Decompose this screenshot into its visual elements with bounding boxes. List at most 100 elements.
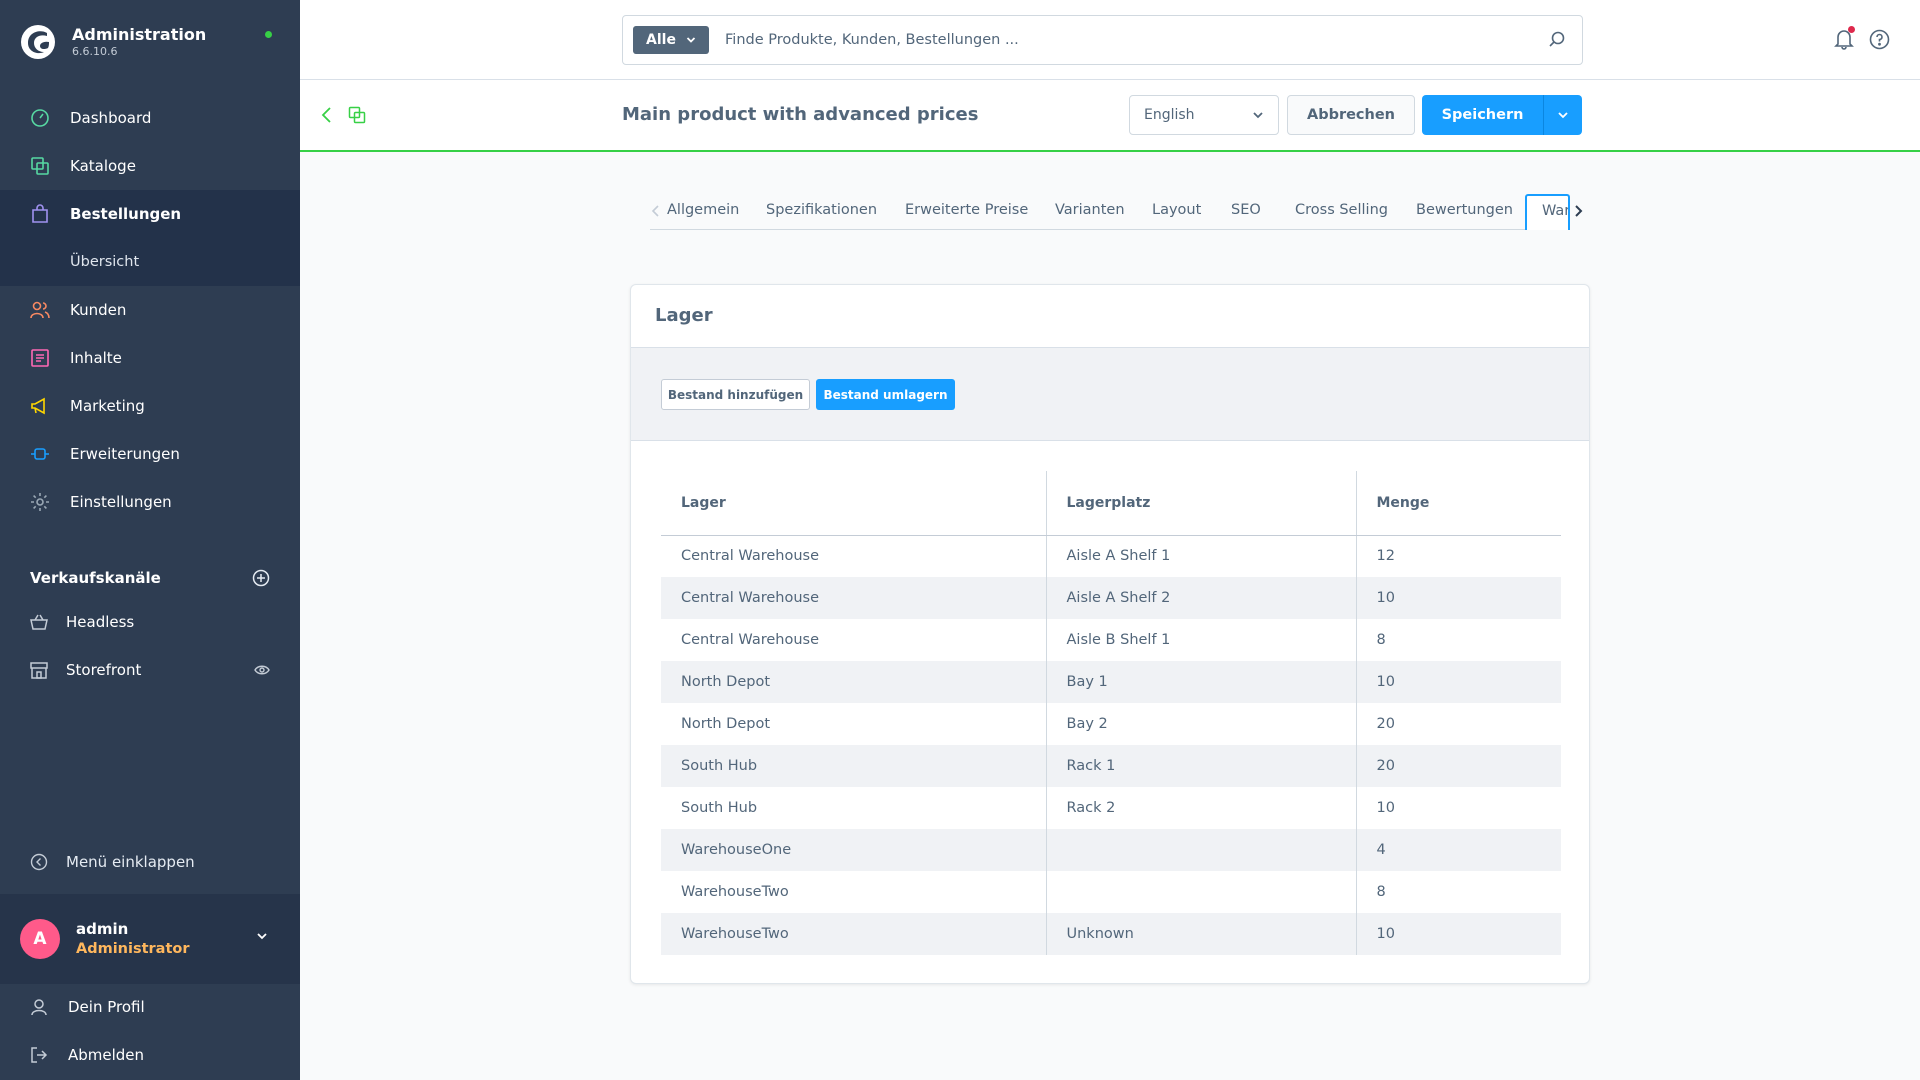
cell-location: Aisle A Shelf 2 xyxy=(1046,577,1357,619)
sidebar-item-marketing[interactable]: Marketing xyxy=(0,382,300,430)
tab-bewertungen[interactable]: Bewertungen xyxy=(1416,202,1513,218)
back-arrow-icon[interactable] xyxy=(320,106,334,124)
plug-icon xyxy=(28,442,52,466)
sales-channels-title: Verkaufskanäle xyxy=(30,569,161,587)
cell-location xyxy=(1046,871,1357,913)
cell-location xyxy=(1046,829,1357,871)
cell-warehouse: Central Warehouse xyxy=(661,619,1047,661)
add-stock-button[interactable]: Bestand hinzufügen xyxy=(661,379,810,410)
main-nav: Dashboard Kataloge Bestellungen Übersich… xyxy=(0,94,300,526)
cell-warehouse: North Depot xyxy=(661,703,1047,745)
sidebar-item-bestellungen[interactable]: Bestellungen xyxy=(0,190,300,238)
basket-icon xyxy=(28,611,50,633)
sidebar-item-kunden[interactable]: Kunden xyxy=(0,286,300,334)
table-row: South Hub Rack 1 20 xyxy=(661,745,1561,787)
cell-warehouse: Central Warehouse xyxy=(661,535,1047,577)
tab-erweiterte-preise[interactable]: Erweiterte Preise xyxy=(905,202,1028,218)
tabs-scroll-left-icon[interactable] xyxy=(650,204,662,218)
page-title: Main product with advanced prices xyxy=(622,104,979,125)
card-title: Lager xyxy=(655,305,713,326)
save-options-button[interactable] xyxy=(1543,95,1582,135)
table-row: WarehouseOne 4 xyxy=(661,829,1561,871)
collapse-arrow-icon xyxy=(28,851,50,873)
column-header-lager[interactable]: Lager xyxy=(661,471,1047,536)
storefront-icon xyxy=(28,659,50,681)
user-name: admin xyxy=(76,920,129,938)
cancel-button[interactable]: Abbrechen xyxy=(1287,95,1415,135)
table-row: Central Warehouse Aisle A Shelf 2 10 xyxy=(661,577,1561,619)
sidebar-item-label: Kataloge xyxy=(70,157,136,175)
cell-quantity: 8 xyxy=(1376,632,1386,648)
sidebar-item-label: Übersicht xyxy=(70,254,140,270)
smart-bar: Main product with advanced prices Englis… xyxy=(300,80,1920,152)
sidebar-item-label: Einstellungen xyxy=(70,493,172,511)
sidebar-item-inhalte[interactable]: Inhalte xyxy=(0,334,300,382)
sidebar-subitem-uebersicht[interactable]: Übersicht xyxy=(0,238,300,286)
chevron-down-icon xyxy=(1558,112,1568,119)
cell-warehouse: South Hub xyxy=(661,745,1047,787)
cell-warehouse: Central Warehouse xyxy=(661,577,1047,619)
tab-seo[interactable]: SEO xyxy=(1231,202,1261,218)
column-header-menge[interactable]: Menge xyxy=(1356,471,1561,536)
catalog-icon xyxy=(28,154,52,178)
sales-channel-label: Headless xyxy=(66,613,135,631)
sales-channel-headless[interactable]: Headless xyxy=(0,598,300,646)
tab-varianten[interactable]: Varianten xyxy=(1055,202,1125,218)
sidebar: Administration 6.6.10.6 Dashboard Katalo… xyxy=(0,0,300,1080)
notifications-button[interactable] xyxy=(1834,26,1855,54)
copy-icon[interactable] xyxy=(348,106,366,124)
sidebar-item-erweiterungen[interactable]: Erweiterungen xyxy=(0,430,300,478)
tabs-scroll-right-icon[interactable] xyxy=(1572,204,1584,218)
app-version: 6.6.10.6 xyxy=(72,45,118,58)
search-input[interactable] xyxy=(725,32,1525,48)
column-header-lagerplatz[interactable]: Lagerplatz xyxy=(1046,471,1357,536)
user-menu[interactable]: A admin Administrator xyxy=(0,894,300,984)
search-icon[interactable] xyxy=(1548,30,1566,48)
cell-warehouse: WarehouseTwo xyxy=(661,913,1047,955)
cell-location: Bay 2 xyxy=(1046,703,1357,745)
tab-cross-selling[interactable]: Cross Selling xyxy=(1295,202,1388,218)
brand[interactable]: Administration 6.6.10.6 xyxy=(20,22,206,62)
tab-warehouse[interactable]: Warehouse xyxy=(1525,194,1570,230)
shopware-logo-icon xyxy=(21,25,55,59)
top-bar: Alle xyxy=(300,0,1920,80)
search-type-label: Alle xyxy=(646,32,676,48)
cell-warehouse: North Depot xyxy=(661,661,1047,703)
help-icon xyxy=(1869,29,1890,50)
tab-allgemein[interactable]: Allgemein xyxy=(667,202,739,218)
tab-spezifikationen[interactable]: Spezifikationen xyxy=(766,202,877,218)
add-sales-channel-icon[interactable] xyxy=(252,569,270,587)
profile-link[interactable]: Dein Profil xyxy=(0,983,300,1031)
move-stock-button[interactable]: Bestand umlagern xyxy=(816,379,955,410)
sidebar-item-label: Kunden xyxy=(70,301,127,319)
stock-table: Lager Lagerplatz Menge Central Warehouse… xyxy=(661,471,1561,955)
logout-icon xyxy=(28,1044,50,1066)
sidebar-item-einstellungen[interactable]: Einstellungen xyxy=(0,478,300,526)
sales-channel-storefront[interactable]: Storefront xyxy=(0,646,300,694)
table-row: North Depot Bay 1 10 xyxy=(661,661,1561,703)
tab-layout[interactable]: Layout xyxy=(1152,202,1201,218)
search-type-select[interactable]: Alle xyxy=(633,26,709,54)
cell-location: Unknown xyxy=(1046,913,1357,955)
cell-quantity: 10 xyxy=(1376,800,1395,816)
help-button[interactable] xyxy=(1869,29,1890,54)
chevron-down-icon xyxy=(1253,112,1263,119)
cell-location: Rack 2 xyxy=(1046,787,1357,829)
sidebar-item-dashboard[interactable]: Dashboard xyxy=(0,94,300,142)
notification-badge xyxy=(1848,26,1855,33)
cell-warehouse: WarehouseTwo xyxy=(661,871,1047,913)
table-row: Central Warehouse Aisle B Shelf 1 8 xyxy=(661,619,1561,661)
megaphone-icon xyxy=(28,394,52,418)
cell-location: Aisle B Shelf 1 xyxy=(1046,619,1357,661)
logout-link[interactable]: Abmelden xyxy=(0,1031,300,1079)
warehouse-card: Lager Bestand hinzufügen Bestand umlager… xyxy=(630,284,1590,984)
language-select[interactable]: English xyxy=(1129,95,1279,135)
save-button[interactable]: Speichern xyxy=(1422,95,1543,135)
sidebar-item-kataloge[interactable]: Kataloge xyxy=(0,142,300,190)
sales-channels-header: Verkaufskanäle xyxy=(30,566,270,590)
eye-icon[interactable] xyxy=(254,662,270,678)
collapse-menu-button[interactable]: Menü einklappen xyxy=(0,838,300,886)
chevron-down-icon[interactable] xyxy=(256,930,268,942)
cell-quantity: 10 xyxy=(1356,661,1561,703)
table-row: North Depot Bay 2 20 xyxy=(661,703,1561,745)
